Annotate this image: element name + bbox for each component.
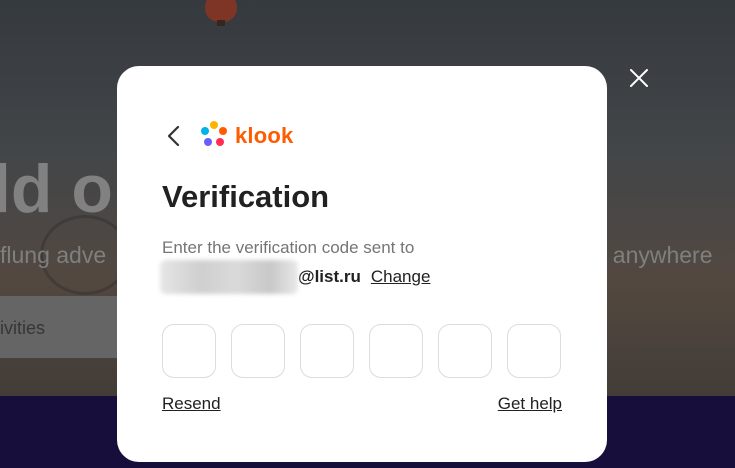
code-digit-3[interactable] <box>300 324 354 378</box>
code-input-group <box>162 324 561 378</box>
get-help-link[interactable]: Get help <box>498 394 562 414</box>
change-email-link[interactable]: Change <box>371 267 431 287</box>
klook-logo: klook <box>199 120 293 152</box>
code-digit-2[interactable] <box>231 324 285 378</box>
klook-logo-icon <box>199 119 229 154</box>
resend-link[interactable]: Resend <box>162 394 221 414</box>
logo-text: klook <box>235 123 294 148</box>
code-digit-6[interactable] <box>507 324 561 378</box>
email-domain: @list.ru <box>298 267 361 286</box>
instruction-text: Enter the verification code sent to <box>162 238 415 257</box>
code-digit-4[interactable] <box>369 324 423 378</box>
close-icon[interactable] <box>627 66 651 90</box>
code-digit-1[interactable] <box>162 324 216 378</box>
verification-modal: klook Verification Enter the verificatio… <box>117 66 607 462</box>
page-title: Verification <box>162 179 330 214</box>
email-row: @list.ru Change <box>160 260 430 294</box>
email-local-part-redacted <box>160 260 298 294</box>
chevron-left-icon[interactable] <box>163 124 185 148</box>
code-digit-5[interactable] <box>438 324 492 378</box>
